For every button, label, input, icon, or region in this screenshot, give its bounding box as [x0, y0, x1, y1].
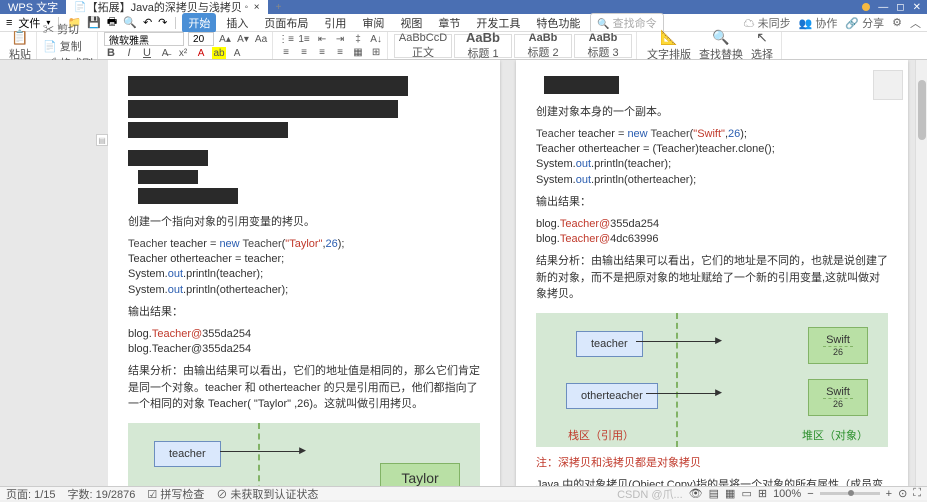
cut-button[interactable]: ✂ 剪切: [43, 21, 93, 37]
outdent-icon[interactable]: ⇤: [315, 33, 329, 45]
tab-review[interactable]: 审阅: [356, 13, 390, 33]
style-h1[interactable]: AaBb标题 1: [454, 34, 512, 58]
view-mode-5-icon[interactable]: ⊞: [758, 487, 767, 500]
paste-button[interactable]: 📋粘贴: [8, 29, 32, 62]
copy-button[interactable]: 📄 复制: [43, 38, 93, 54]
align-center-icon[interactable]: ≡: [297, 46, 311, 58]
page-indicator[interactable]: 页面: 1/15: [6, 486, 56, 502]
view-mode-1-icon[interactable]: 👁: [689, 487, 703, 500]
paragraph: 创建对象本身的一个副本。: [536, 104, 888, 121]
code-block: Teacher teacher = new Teacher("Taylor",2…: [128, 237, 480, 299]
redacted-heading: ■: [128, 76, 408, 96]
share-button[interactable]: 🔗 分享: [845, 15, 884, 31]
output-label: 输出结果：: [128, 304, 480, 321]
numbering-icon[interactable]: 1≡: [297, 33, 311, 45]
linespace-icon[interactable]: ‡: [351, 33, 365, 45]
print-icon[interactable]: 🖶: [107, 13, 117, 32]
select-button[interactable]: ↖选择: [747, 29, 777, 62]
align-right-icon[interactable]: ≡: [315, 46, 329, 58]
collab-button[interactable]: 👥 协作: [799, 15, 838, 31]
style-h2[interactable]: AaBb标题 2: [514, 34, 572, 58]
output-label: 输出结果：: [536, 194, 888, 211]
justify-icon[interactable]: ≡: [333, 46, 347, 58]
clear-format-icon[interactable]: Aa: [254, 33, 268, 45]
output-block: blog.Teacher@355da254 blog.Teacher@4dc63…: [536, 217, 888, 248]
tab-view[interactable]: 视图: [394, 13, 428, 33]
redo-icon[interactable]: ↷: [158, 16, 167, 29]
strike-icon[interactable]: A̶: [158, 47, 172, 59]
zoom-in-icon[interactable]: +: [886, 488, 892, 500]
auth-status: ⊘ 未获取到认证状态: [216, 486, 318, 502]
paragraph: Java 中的对象拷贝(Object Copy)指的是将一个对象的所有属性（成员…: [536, 477, 888, 486]
shading-icon[interactable]: ▦: [351, 46, 365, 58]
italic-icon[interactable]: I: [122, 47, 136, 59]
sup-icon[interactable]: x²: [176, 47, 190, 59]
analysis: 结果分析：由输出结果可以看出，它们的地址值是相同的，那么它们肯定是同一个对象。t…: [128, 363, 480, 413]
find-replace-button[interactable]: 🔍查找替换: [695, 29, 747, 62]
document-page-1[interactable]: ■ ■ ■ ■ ■ ■ 创建一个指向对象的引用变量的拷贝。 Teacher te…: [108, 60, 500, 486]
style-normal[interactable]: AaBbCcD正文: [394, 34, 452, 58]
tab-start[interactable]: 开始: [182, 13, 216, 33]
word-count[interactable]: 字数: 19/2876: [68, 486, 136, 502]
notification-dot[interactable]: [862, 3, 870, 11]
tab-insert[interactable]: 插入: [220, 13, 254, 33]
shrink-font-icon[interactable]: A▾: [236, 33, 250, 45]
diagram-2: teacher otherteacher Swift26 Swift26 栈区（…: [536, 313, 888, 447]
font-select[interactable]: 微软雅黑: [104, 32, 184, 46]
page-shadow: [873, 70, 903, 100]
underline-icon[interactable]: U: [140, 47, 154, 59]
fit-icon[interactable]: ⊙: [898, 487, 907, 500]
tab-special[interactable]: 特色功能: [530, 13, 586, 33]
minimize-icon[interactable]: —: [878, 2, 888, 13]
indent-icon[interactable]: ⇥: [333, 33, 347, 45]
left-gutter: [0, 60, 108, 486]
tab-section[interactable]: 章节: [432, 13, 466, 33]
settings-icon[interactable]: ⚙: [892, 16, 902, 29]
menu-icon[interactable]: ≡: [6, 17, 12, 29]
preview-icon[interactable]: 🔍: [123, 16, 137, 29]
char-border-icon[interactable]: A: [230, 47, 244, 59]
fullscreen-icon[interactable]: ⛶: [913, 487, 921, 500]
bold-icon[interactable]: B: [104, 47, 118, 59]
undo-icon[interactable]: ↶: [143, 16, 152, 29]
csdn-watermark: CSDN @爪...: [617, 486, 683, 502]
style-h3[interactable]: AaBb标题 3: [574, 34, 632, 58]
highlight-icon[interactable]: ab: [212, 47, 226, 59]
size-select[interactable]: 20: [188, 32, 214, 46]
document-page-2[interactable]: ■ 创建对象本身的一个副本。 Teacher teacher = new Tea…: [516, 60, 908, 486]
close-icon[interactable]: ✕: [913, 2, 921, 13]
analysis: 结果分析：由输出结果可以看出，它们的地址是不同的，也就是说创建了新的对象，而不是…: [536, 253, 888, 303]
bullets-icon[interactable]: ⋮≡: [279, 33, 293, 45]
app-tab[interactable]: WPS 文字: [0, 0, 66, 14]
chevron-up-icon[interactable]: ︿: [910, 15, 921, 31]
spell-check[interactable]: ☑ 拼写检查: [147, 486, 204, 502]
tab-reference[interactable]: 引用: [318, 13, 352, 33]
view-mode-4-icon[interactable]: ▭: [741, 487, 751, 500]
tab-layout[interactable]: 页面布局: [258, 13, 314, 33]
align-left-icon[interactable]: ≡: [279, 46, 293, 58]
code-block: Teacher teacher = new Teacher("Swift",26…: [536, 127, 888, 189]
diagram-1: teacher Taylor 26: [128, 423, 480, 486]
grow-font-icon[interactable]: A▴: [218, 33, 232, 45]
paragraph: 创建一个指向对象的引用变量的拷贝。: [128, 214, 480, 231]
outline-toggle-icon[interactable]: ▤: [96, 134, 108, 146]
borders-icon[interactable]: ⊞: [369, 46, 383, 58]
restore-icon[interactable]: ◻: [896, 2, 904, 13]
output-block: blog.Teacher@355da254 blog.Teacher@355da…: [128, 327, 480, 358]
zoom-slider[interactable]: [820, 492, 880, 495]
view-mode-2-icon[interactable]: ▤: [709, 487, 719, 500]
view-mode-3-icon[interactable]: ▦: [725, 487, 735, 500]
note: 注：深拷贝和浅拷贝都是对象拷贝: [536, 455, 888, 472]
text-layout-button[interactable]: 📐文字排版: [643, 29, 695, 62]
zoom-out-icon[interactable]: −: [807, 488, 813, 500]
sort-icon[interactable]: A↓: [369, 33, 383, 45]
vertical-scrollbar[interactable]: [915, 60, 927, 486]
redacted-heading: ■: [544, 76, 619, 94]
font-color-icon[interactable]: A: [194, 47, 208, 59]
zoom-label[interactable]: 100%: [773, 488, 801, 500]
